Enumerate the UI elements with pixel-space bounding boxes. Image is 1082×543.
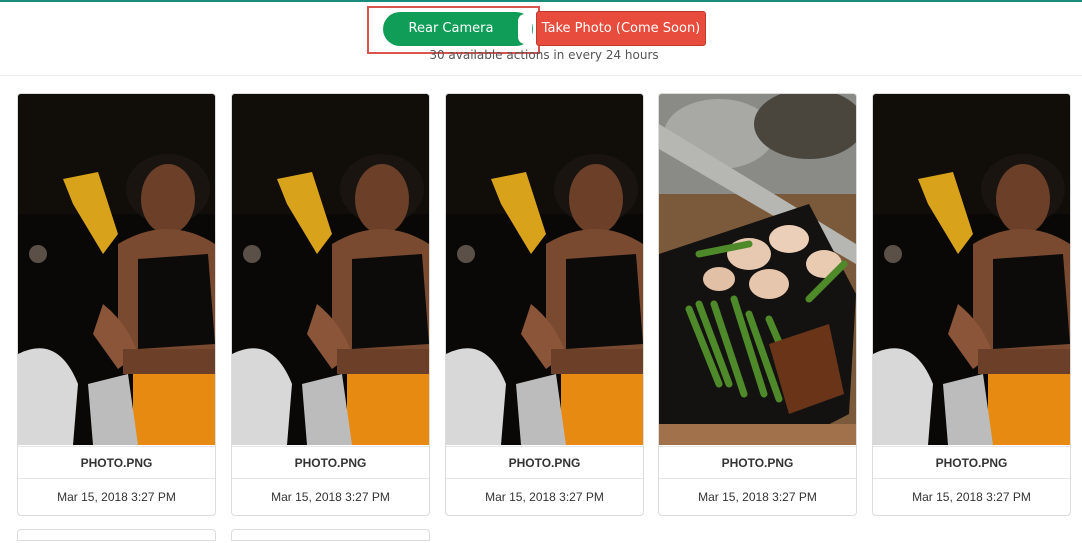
photo-date: Mar 15, 2018 3:27 PM xyxy=(232,478,429,515)
photo-thumbnail[interactable] xyxy=(18,94,215,445)
photo-filename: PHOTO.PNG xyxy=(18,446,215,478)
photo-thumbnail[interactable] xyxy=(873,94,1070,445)
photo-date: Mar 15, 2018 3:27 PM xyxy=(659,478,856,515)
photo-thumbnail[interactable] xyxy=(232,94,429,445)
camera-toggle-label: Rear Camera xyxy=(408,21,494,36)
photo-card[interactable]: PHOTO.PNG Mar 15, 2018 3:27 PM xyxy=(445,93,644,516)
take-photo-button[interactable]: Take Photo (Come Soon) xyxy=(536,11,706,46)
photo-filename: PHOTO.PNG xyxy=(446,446,643,478)
photo-date: Mar 15, 2018 3:27 PM xyxy=(18,478,215,515)
actions-limit-note: 30 available actions in every 24 hours xyxy=(429,48,659,62)
photo-card[interactable]: PHOTO.PNG Mar 15, 2018 3:27 PM xyxy=(17,93,216,516)
photo-filename: PHOTO.PNG xyxy=(232,446,429,478)
camera-toggle[interactable]: Rear Camera xyxy=(383,12,533,46)
photo-date: Mar 15, 2018 3:27 PM xyxy=(446,478,643,515)
photo-card[interactable]: PHOTO.PNG Mar 15, 2018 3:27 PM xyxy=(658,93,857,516)
photo-date: Mar 15, 2018 3:27 PM xyxy=(873,478,1070,515)
camera-toolbar: Rear Camera Take Photo (Come Soon) 30 av… xyxy=(0,2,1082,76)
photo-filename: PHOTO.PNG xyxy=(873,446,1070,478)
photo-filename: PHOTO.PNG xyxy=(659,446,856,478)
photo-thumbnail[interactable] xyxy=(446,94,643,445)
photo-card[interactable]: PHOTO.PNG Mar 15, 2018 3:27 PM xyxy=(872,93,1071,516)
photo-card[interactable]: PHOTO.PNG Mar 15, 2018 3:27 PM xyxy=(231,93,430,516)
toggle-knob[interactable] xyxy=(518,14,532,44)
photo-gallery: PHOTO.PNG Mar 15, 2018 3:27 PM PHOTO.PNG xyxy=(17,93,1082,543)
photo-thumbnail[interactable] xyxy=(659,94,856,445)
